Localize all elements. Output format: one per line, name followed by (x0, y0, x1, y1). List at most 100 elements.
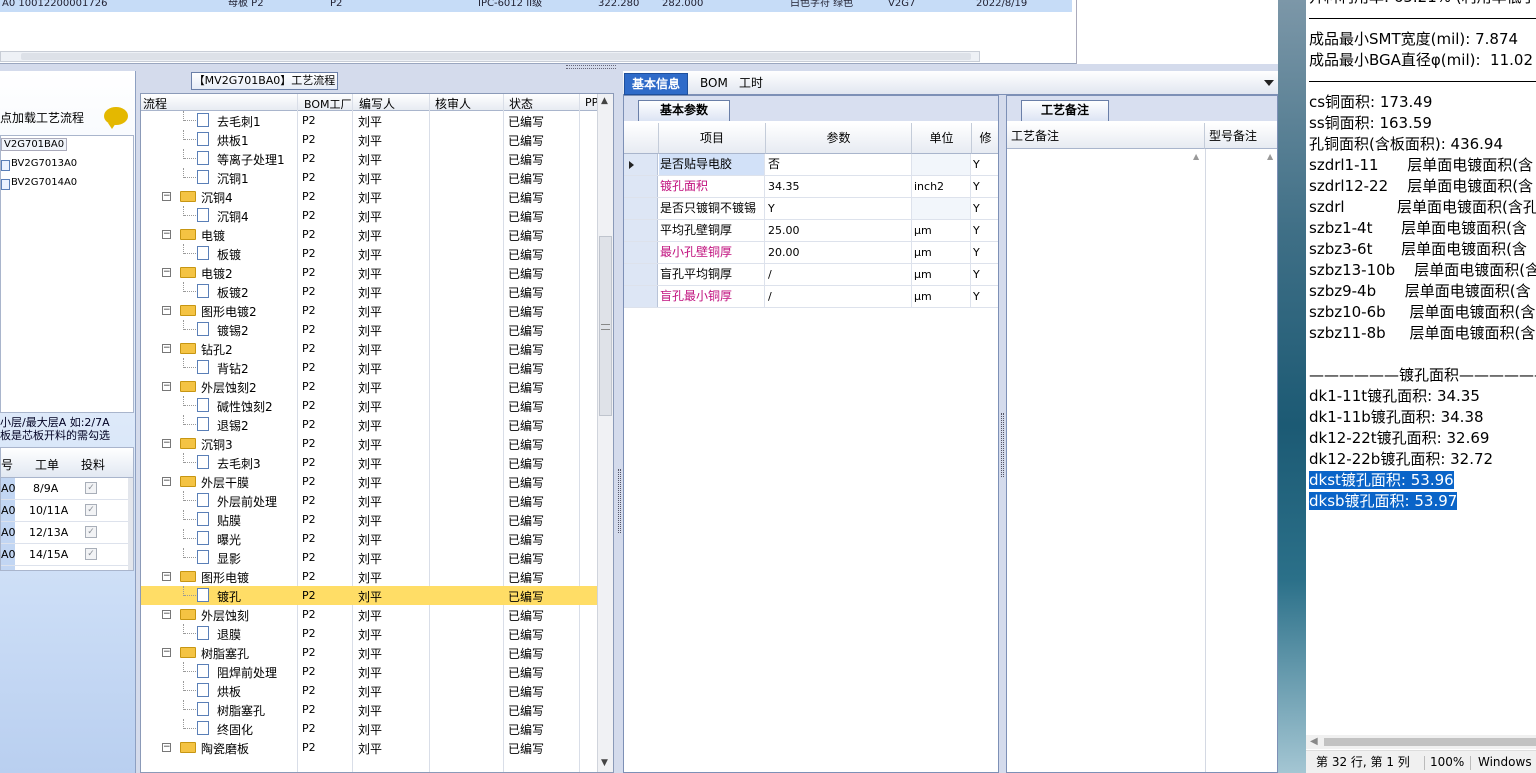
param-value[interactable]: 25.00 (766, 220, 912, 241)
vertical-splitter[interactable] (999, 95, 1006, 773)
param-row[interactable]: 最小孔壁铜厚 20.00 μm Y (624, 242, 998, 264)
top-horizontal-scrollbar[interactable] (0, 51, 980, 62)
collapse-toggle-icon[interactable]: − (162, 572, 171, 581)
column-header-model-note[interactable]: 型号备注 (1205, 123, 1277, 149)
process-row[interactable]: 贴膜 P2 刘平 已编写 (141, 510, 597, 529)
param-row[interactable]: 平均孔壁铜厚 25.00 μm Y (624, 220, 998, 242)
tree-node-item[interactable]: BV2G7013A0 (1, 158, 77, 171)
tree-node-root[interactable]: V2G701BA0 (1, 138, 68, 151)
process-row[interactable]: 终固化 P2 刘平 已编写 (141, 719, 597, 738)
scroll-thumb[interactable] (21, 53, 971, 60)
chevron-down-icon[interactable] (1264, 80, 1274, 86)
process-row[interactable]: − 外层蚀刻 P2 刘平 已编写 (141, 605, 597, 624)
tab-basic-info[interactable]: 基本信息 (624, 73, 689, 95)
process-row[interactable]: 烘板 P2 刘平 已编写 (141, 681, 597, 700)
column-header[interactable]: 工单 (35, 456, 59, 473)
tab-bom[interactable]: BOM (693, 73, 735, 95)
process-row[interactable]: − 陶瓷磨板 P2 刘平 已编写 (141, 738, 597, 757)
column-header-status[interactable]: 状态 (509, 95, 533, 112)
feed-checkbox[interactable]: ✓ (85, 482, 97, 494)
column-header-writer[interactable]: 编写人 (359, 95, 395, 112)
process-row[interactable]: − 沉铜3 P2 刘平 已编写 (141, 434, 597, 453)
param-value[interactable]: 20.00 (766, 242, 912, 263)
scroll-down-arrow-icon[interactable]: ▼ (601, 758, 608, 768)
process-vertical-scrollbar[interactable]: ▲ ▼ (597, 94, 613, 772)
process-row[interactable]: 退膜 P2 刘平 已编写 (141, 624, 597, 643)
process-row[interactable]: 背钻2 P2 刘平 已编写 (141, 358, 597, 377)
process-row[interactable]: 去毛刺1 P2 刘平 已编写 (141, 111, 597, 130)
process-row[interactable]: 镀锡2 P2 刘平 已编写 (141, 320, 597, 339)
column-header-unit[interactable]: 单位 (912, 123, 972, 154)
param-value[interactable]: Y (766, 198, 912, 219)
process-row[interactable]: 沉铜4 P2 刘平 已编写 (141, 206, 597, 225)
collapse-toggle-icon[interactable]: − (162, 268, 171, 277)
process-row[interactable]: 退锡2 P2 刘平 已编写 (141, 415, 597, 434)
notepad-horizontal-scrollbar[interactable]: ◀ (1306, 735, 1536, 749)
param-row[interactable]: 盲孔平均铜厚 / μm Y (624, 264, 998, 286)
process-row[interactable]: 烘板1 P2 刘平 已编写 (141, 130, 597, 149)
process-row[interactable]: 镀孔 P2 刘平 已编写 (141, 586, 597, 605)
collapse-toggle-icon[interactable]: − (162, 344, 171, 353)
table-row[interactable]: A0 14/15A ✓ (1, 544, 133, 566)
column-header-modify[interactable]: 修 (972, 123, 998, 154)
process-row[interactable]: 沉铜1 P2 刘平 已编写 (141, 168, 597, 187)
process-row[interactable]: − 树脂塞孔 P2 刘平 已编写 (141, 643, 597, 662)
collapse-toggle-icon[interactable]: − (162, 648, 171, 657)
scroll-up-arrow-icon[interactable]: ▲ (601, 96, 608, 106)
tab-basic-params[interactable]: 基本参数 (638, 100, 730, 121)
process-row[interactable]: 等离子处理1 P2 刘平 已编写 (141, 149, 597, 168)
scroll-up-arrow-icon[interactable]: ▲ (1193, 152, 1199, 161)
column-header-process[interactable]: 流程 (143, 95, 167, 112)
collapse-toggle-icon[interactable]: − (162, 610, 171, 619)
param-value[interactable]: / (766, 286, 912, 307)
process-row[interactable]: − 电镀2 P2 刘平 已编写 (141, 263, 597, 282)
notepad-text-area[interactable]: 开料利用率: 65.21% (利用率低于成品最小SMT宽度(mil): 7.87… (1309, 0, 1536, 512)
process-row[interactable]: − 图形电镀 P2 刘平 已编写 (141, 567, 597, 586)
process-row[interactable]: 碱性蚀刻2 P2 刘平 已编写 (141, 396, 597, 415)
feed-checkbox[interactable]: ✓ (85, 548, 97, 560)
collapse-toggle-icon[interactable]: − (162, 477, 171, 486)
speech-bubble-icon[interactable] (104, 107, 128, 129)
scroll-thumb[interactable] (1324, 738, 1536, 746)
param-row[interactable]: 镀孔面积 34.35 inch2 Y (624, 176, 998, 198)
feed-checkbox[interactable]: ✓ (85, 526, 97, 538)
collapse-toggle-icon[interactable]: − (162, 382, 171, 391)
process-row[interactable]: 树脂塞孔 P2 刘平 已编写 (141, 700, 597, 719)
process-row[interactable]: 外层前处理 P2 刘平 已编写 (141, 491, 597, 510)
process-row[interactable]: 板镀2 P2 刘平 已编写 (141, 282, 597, 301)
collapse-toggle-icon[interactable]: − (162, 439, 171, 448)
collapse-toggle-icon[interactable]: − (162, 230, 171, 239)
process-row[interactable]: − 图形电镀2 P2 刘平 已编写 (141, 301, 597, 320)
param-value[interactable]: 34.35 (766, 176, 912, 197)
column-header[interactable]: 号 (1, 456, 13, 473)
feed-checkbox[interactable]: ✓ (85, 504, 97, 516)
param-row[interactable]: 是否贴导电胶否 Y (624, 154, 998, 176)
process-row[interactable]: 曝光 P2 刘平 已编写 (141, 529, 597, 548)
param-value[interactable]: 否 (766, 154, 912, 175)
scroll-up-arrow-icon[interactable]: ▲ (1267, 152, 1273, 161)
process-row[interactable]: − 沉铜4 P2 刘平 已编写 (141, 187, 597, 206)
vertical-scrollbar[interactable] (128, 478, 133, 570)
process-row[interactable]: 去毛刺3 P2 刘平 已编写 (141, 453, 597, 472)
table-row[interactable]: A0 12/13A ✓ (1, 522, 133, 544)
param-row[interactable]: 盲孔最小铜厚 / μm Y (624, 286, 998, 308)
table-row[interactable]: A0 10/11A ✓ (1, 500, 133, 522)
column-header-reviewer[interactable]: 核审人 (435, 95, 471, 112)
tree-node-item[interactable]: BV2G7014A0 (1, 177, 77, 190)
process-row[interactable]: 阻焊前处理 P2 刘平 已编写 (141, 662, 597, 681)
collapse-toggle-icon[interactable]: − (162, 743, 171, 752)
param-value[interactable]: / (766, 264, 912, 285)
tab-work-hours[interactable]: 工时 (732, 73, 770, 95)
process-row[interactable]: − 外层蚀刻2 P2 刘平 已编写 (141, 377, 597, 396)
column-header-factory[interactable]: BOM工厂 (304, 96, 352, 112)
process-row[interactable]: − 钻孔2 P2 刘平 已编写 (141, 339, 597, 358)
process-row[interactable]: 板镀 P2 刘平 已编写 (141, 244, 597, 263)
table-row[interactable]: A0 8/9A ✓ (1, 478, 133, 500)
collapse-toggle-icon[interactable]: − (162, 306, 171, 315)
column-header-item[interactable]: 项目 (659, 123, 766, 154)
column-header-param[interactable]: 参数 (766, 123, 912, 154)
param-row[interactable]: 是否只镀铜不镀锡 Y Y (624, 198, 998, 220)
scroll-left-arrow-icon[interactable]: ◀ (1310, 736, 1318, 747)
process-row[interactable]: − 电镀 P2 刘平 已编写 (141, 225, 597, 244)
top-grid-row[interactable]: A0 10012200001726 母板 P2 P2 IPC-6012 II级 … (0, 0, 1072, 12)
